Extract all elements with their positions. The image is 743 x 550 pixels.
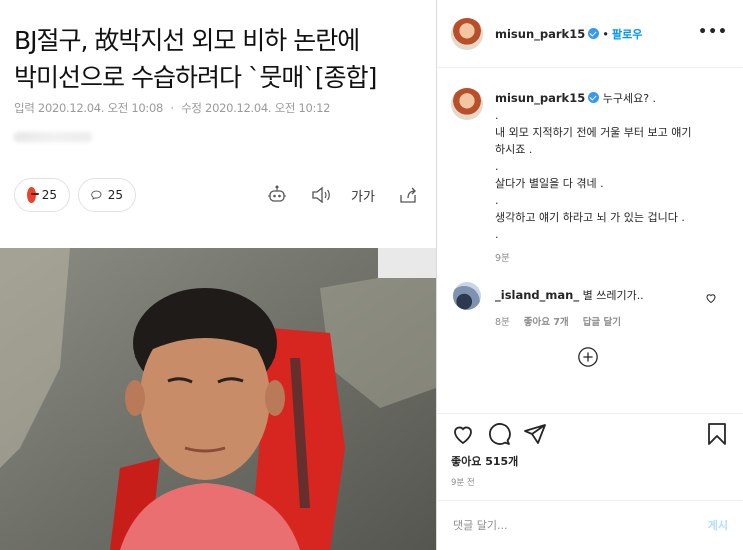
caption-line: 살다가 별일을 다 겪네 .: [495, 177, 604, 190]
add-comment-bar: 댓글 달기... 게시: [437, 500, 743, 550]
more-options-button[interactable]: •••: [698, 24, 728, 40]
caption-line: .: [495, 160, 499, 173]
audio-button[interactable]: [309, 183, 333, 207]
post-header: misun_park15 • 팔로우 •••: [437, 0, 743, 68]
caption-line: 생각하고 얘기 하라고 뇌 가 있는 겁니다 .: [495, 211, 685, 224]
caption-line: 누구세요? .: [602, 92, 657, 105]
reaction-button[interactable]: 25: [14, 178, 70, 212]
post-time: 9분 전: [451, 478, 475, 488]
reply-avatar[interactable]: [453, 282, 481, 310]
share-icon: [400, 187, 416, 203]
caption-line: 내 외모 지적하기 전에 거울 부터 보고 얘기: [495, 126, 692, 139]
comment-bubble-icon: [91, 190, 102, 200]
input-time: 2020.12.04. 오전 10:08: [37, 101, 164, 115]
post-comment-button[interactable]: 게시: [708, 517, 728, 533]
edit-time: 2020.12.04. 오전 10:12: [205, 101, 331, 115]
reply-time: 8분: [495, 317, 510, 328]
caption-avatar[interactable]: [451, 88, 483, 120]
header-user-line: misun_park15 • 팔로우: [495, 26, 642, 42]
robot-icon: [268, 185, 286, 202]
comments-section: misun_park15 누구세요? . . 내 외모 지적하기 전에 거울 부…: [437, 68, 743, 413]
caption-line: 하시죠 .: [495, 143, 533, 156]
angry-face-icon: [27, 187, 39, 203]
verified-badge-icon: [588, 92, 600, 103]
dot-separator: •: [602, 27, 610, 41]
speaker-icon: [312, 186, 330, 204]
meta-separator: ·: [170, 101, 174, 115]
headline-line-1: BJ절구, 故박지선 외모 비하 논란에: [14, 26, 360, 55]
article-photo: [0, 248, 436, 550]
heart-icon[interactable]: [451, 422, 475, 446]
reply-username[interactable]: _island_man_: [495, 288, 579, 302]
header-username[interactable]: misun_park15: [495, 27, 585, 41]
follow-button[interactable]: 팔로우: [612, 28, 642, 41]
post-actions: 좋아요 515개 9분 전: [437, 413, 743, 505]
comment-input[interactable]: 댓글 달기...: [453, 517, 507, 533]
comment-count: 25: [107, 188, 123, 202]
comment-count-button[interactable]: 25: [78, 178, 136, 212]
article-headline: BJ절구, 故박지선 외모 비하 논란에 박미선으로 수습하려다 `뭇매`[종합…: [14, 22, 424, 96]
headline-line-2: 박미선으로 수습하려다 `뭇매`[종합]: [14, 63, 377, 92]
caption-line: .: [495, 228, 499, 241]
font-size-button[interactable]: 가가: [350, 183, 376, 207]
streamer-photo: [0, 248, 436, 550]
article-timestamps: 입력 2020.12.04. 오전 10:08 · 수정 2020.12.04.…: [14, 100, 330, 116]
plus-circle-icon[interactable]: [577, 346, 599, 368]
likes-count[interactable]: 좋아요 515개: [451, 453, 518, 469]
input-label: 입력: [14, 101, 35, 115]
caption-line: .: [495, 109, 499, 122]
verified-badge-icon: [588, 28, 600, 39]
reply-text: 별 쓰레기가..: [582, 289, 644, 302]
avatar[interactable]: [451, 18, 483, 50]
edit-label: 수정: [181, 101, 202, 115]
blurred-reporter: [14, 132, 92, 142]
heart-icon[interactable]: [705, 292, 717, 304]
news-article: BJ절구, 故박지선 외모 비하 논란에 박미선으로 수습하려다 `뭇매`[종합…: [0, 0, 436, 550]
caption: misun_park15 누구세요? . . 내 외모 지적하기 전에 거울 부…: [495, 90, 733, 243]
reply-button[interactable]: 답글 달기: [583, 314, 621, 328]
comment-icon[interactable]: [487, 422, 511, 446]
instagram-panel: misun_park15 • 팔로우 ••• misun_park15 누구세요? …: [436, 0, 743, 550]
send-icon[interactable]: [523, 422, 547, 446]
caption-time: 9분: [495, 253, 510, 264]
reply-likes[interactable]: 좋아요 7개: [524, 314, 569, 328]
caption-username[interactable]: misun_park15: [495, 91, 585, 105]
reply-meta: 8분 좋아요 7개 답글 달기: [495, 314, 621, 328]
reply-comment: _island_man_ 별 쓰레기가..: [495, 287, 644, 303]
reaction-count: 25: [41, 188, 57, 202]
robot-reader-button[interactable]: [265, 183, 289, 207]
share-button[interactable]: [396, 183, 420, 207]
bookmark-icon[interactable]: [705, 422, 729, 446]
caption-line: .: [495, 194, 499, 207]
font-size-label: 가가: [351, 189, 375, 205]
